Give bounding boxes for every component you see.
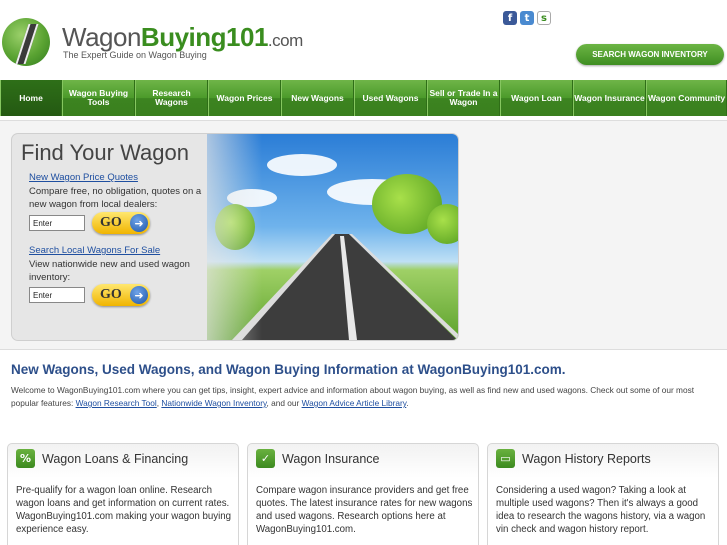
research-tool-link[interactable]: Wagon Research Tool [76, 398, 157, 408]
search-inventory-button[interactable]: SEARCH WAGON INVENTORY [576, 44, 724, 65]
site-logo[interactable]: WagonBuying101.com [62, 22, 303, 53]
nav-item-research[interactable]: Research Wagons [135, 80, 208, 116]
percent-icon: % [16, 449, 35, 468]
site-header: WagonBuying101.com The Expert Guide on W… [0, 0, 727, 80]
logo-road-icon[interactable] [2, 18, 50, 66]
nav-item-buying-tools[interactable]: Wagon Buying Tools [62, 80, 135, 116]
logo-word-wagon: Wagon [62, 22, 141, 52]
search-description: View nationwide new and used wagon inven… [29, 259, 190, 283]
document-icon: ▭ [496, 449, 515, 468]
nav-item-prices[interactable]: Wagon Prices [208, 80, 281, 116]
checkmark-icon: ✓ [256, 449, 275, 468]
quotes-zip-input[interactable] [29, 215, 85, 231]
nav-item-community[interactable]: Wagon Community [646, 80, 727, 116]
social-links: f t s [503, 11, 551, 25]
card-title[interactable]: Wagon History Reports [522, 452, 651, 466]
card-history-reports: ▭ Wagon History Reports Considering a us… [487, 443, 719, 545]
main-nav: Home Wagon Buying Tools Research Wagons … [0, 80, 727, 116]
quotes-description: Compare free, no obligation, quotes on a… [29, 186, 202, 210]
new-wagon-quotes-link[interactable]: New Wagon Price Quotes [29, 172, 138, 183]
facebook-icon[interactable]: f [503, 11, 517, 25]
card-text: Pre-qualify for a wagon loan online. Res… [16, 485, 232, 535]
nav-item-loan[interactable]: Wagon Loan [500, 80, 573, 116]
twitter-icon[interactable]: t [520, 11, 534, 25]
go-label: GO [100, 215, 122, 230]
nav-item-new[interactable]: New Wagons [281, 80, 354, 116]
quotes-go-button[interactable]: GO ➜ [92, 212, 150, 234]
welcome-paragraph: Welcome to WagonBuying101.com where you … [11, 385, 695, 408]
go-label: GO [100, 287, 122, 302]
card-title[interactable]: Wagon Loans & Financing [42, 452, 188, 466]
site-logo-icon[interactable]: s [537, 11, 551, 25]
nav-item-home[interactable]: Home [0, 80, 62, 116]
nav-item-used[interactable]: Used Wagons [354, 80, 427, 116]
card-title[interactable]: Wagon Insurance [282, 452, 380, 466]
search-go-button[interactable]: GO ➜ [92, 284, 150, 306]
nav-item-insurance[interactable]: Wagon Insurance [573, 80, 646, 116]
search-local-wagons-link[interactable]: Search Local Wagons For Sale [29, 245, 160, 256]
search-zip-input[interactable] [29, 287, 85, 303]
arrow-right-icon: ➜ [130, 214, 148, 232]
card-text: Considering a used wagon? Taking a look … [496, 485, 706, 535]
nav-item-sell-trade[interactable]: Sell or Trade In a Wagon [427, 80, 500, 116]
site-tagline: The Expert Guide on Wagon Buying [63, 50, 207, 60]
inventory-link[interactable]: Nationwide Wagon Inventory [161, 398, 266, 408]
arrow-right-icon: ➜ [130, 286, 148, 304]
logo-word-buying101: Buying101 [140, 22, 269, 52]
welcome-heading: New Wagons, Used Wagons, and Wagon Buyin… [11, 362, 566, 377]
card-insurance: ✓ Wagon Insurance Compare wagon insuranc… [247, 443, 479, 545]
card-loans: % Wagon Loans & Financing Pre-qualify fo… [7, 443, 239, 545]
find-wagon-title: Find Your Wagon [21, 140, 189, 165]
article-library-link[interactable]: Wagon Advice Article Library [302, 398, 407, 408]
logo-word-com: .com [267, 31, 303, 50]
card-text: Compare wagon insurance providers and ge… [256, 485, 473, 535]
